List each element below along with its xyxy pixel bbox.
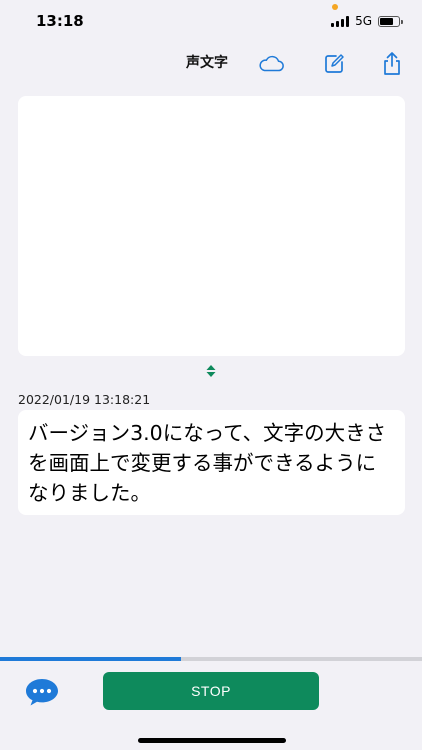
network-type: 5G bbox=[355, 14, 372, 28]
page-title: 声文字 bbox=[186, 55, 228, 71]
navigation-bar: 声文字 bbox=[0, 44, 422, 84]
resize-handle-icon[interactable] bbox=[203, 363, 219, 379]
text-display-panel bbox=[18, 96, 405, 356]
progress-bar bbox=[0, 657, 422, 661]
cloud-icon[interactable] bbox=[257, 50, 285, 78]
privacy-indicator-dot bbox=[332, 4, 338, 10]
share-icon[interactable] bbox=[378, 50, 406, 78]
progress-fill bbox=[0, 657, 182, 661]
signal-icon bbox=[331, 15, 350, 27]
stop-button[interactable]: STOP bbox=[103, 672, 319, 710]
transcript-bubble[interactable]: バージョン3.0になって、文字の大きさを画面上で変更する事ができるようになりまし… bbox=[18, 410, 405, 515]
speech-bubble-icon[interactable] bbox=[24, 676, 60, 708]
home-indicator bbox=[138, 738, 286, 743]
battery-icon bbox=[378, 15, 403, 27]
status-bar: 13:18 5G bbox=[0, 0, 422, 44]
compose-icon[interactable] bbox=[320, 50, 348, 78]
transcript-timestamp: 2022/01/19 13:18:21 bbox=[18, 392, 151, 407]
status-indicators: 5G bbox=[331, 14, 403, 28]
status-time: 13:18 bbox=[36, 12, 84, 30]
battery-level bbox=[380, 17, 393, 25]
